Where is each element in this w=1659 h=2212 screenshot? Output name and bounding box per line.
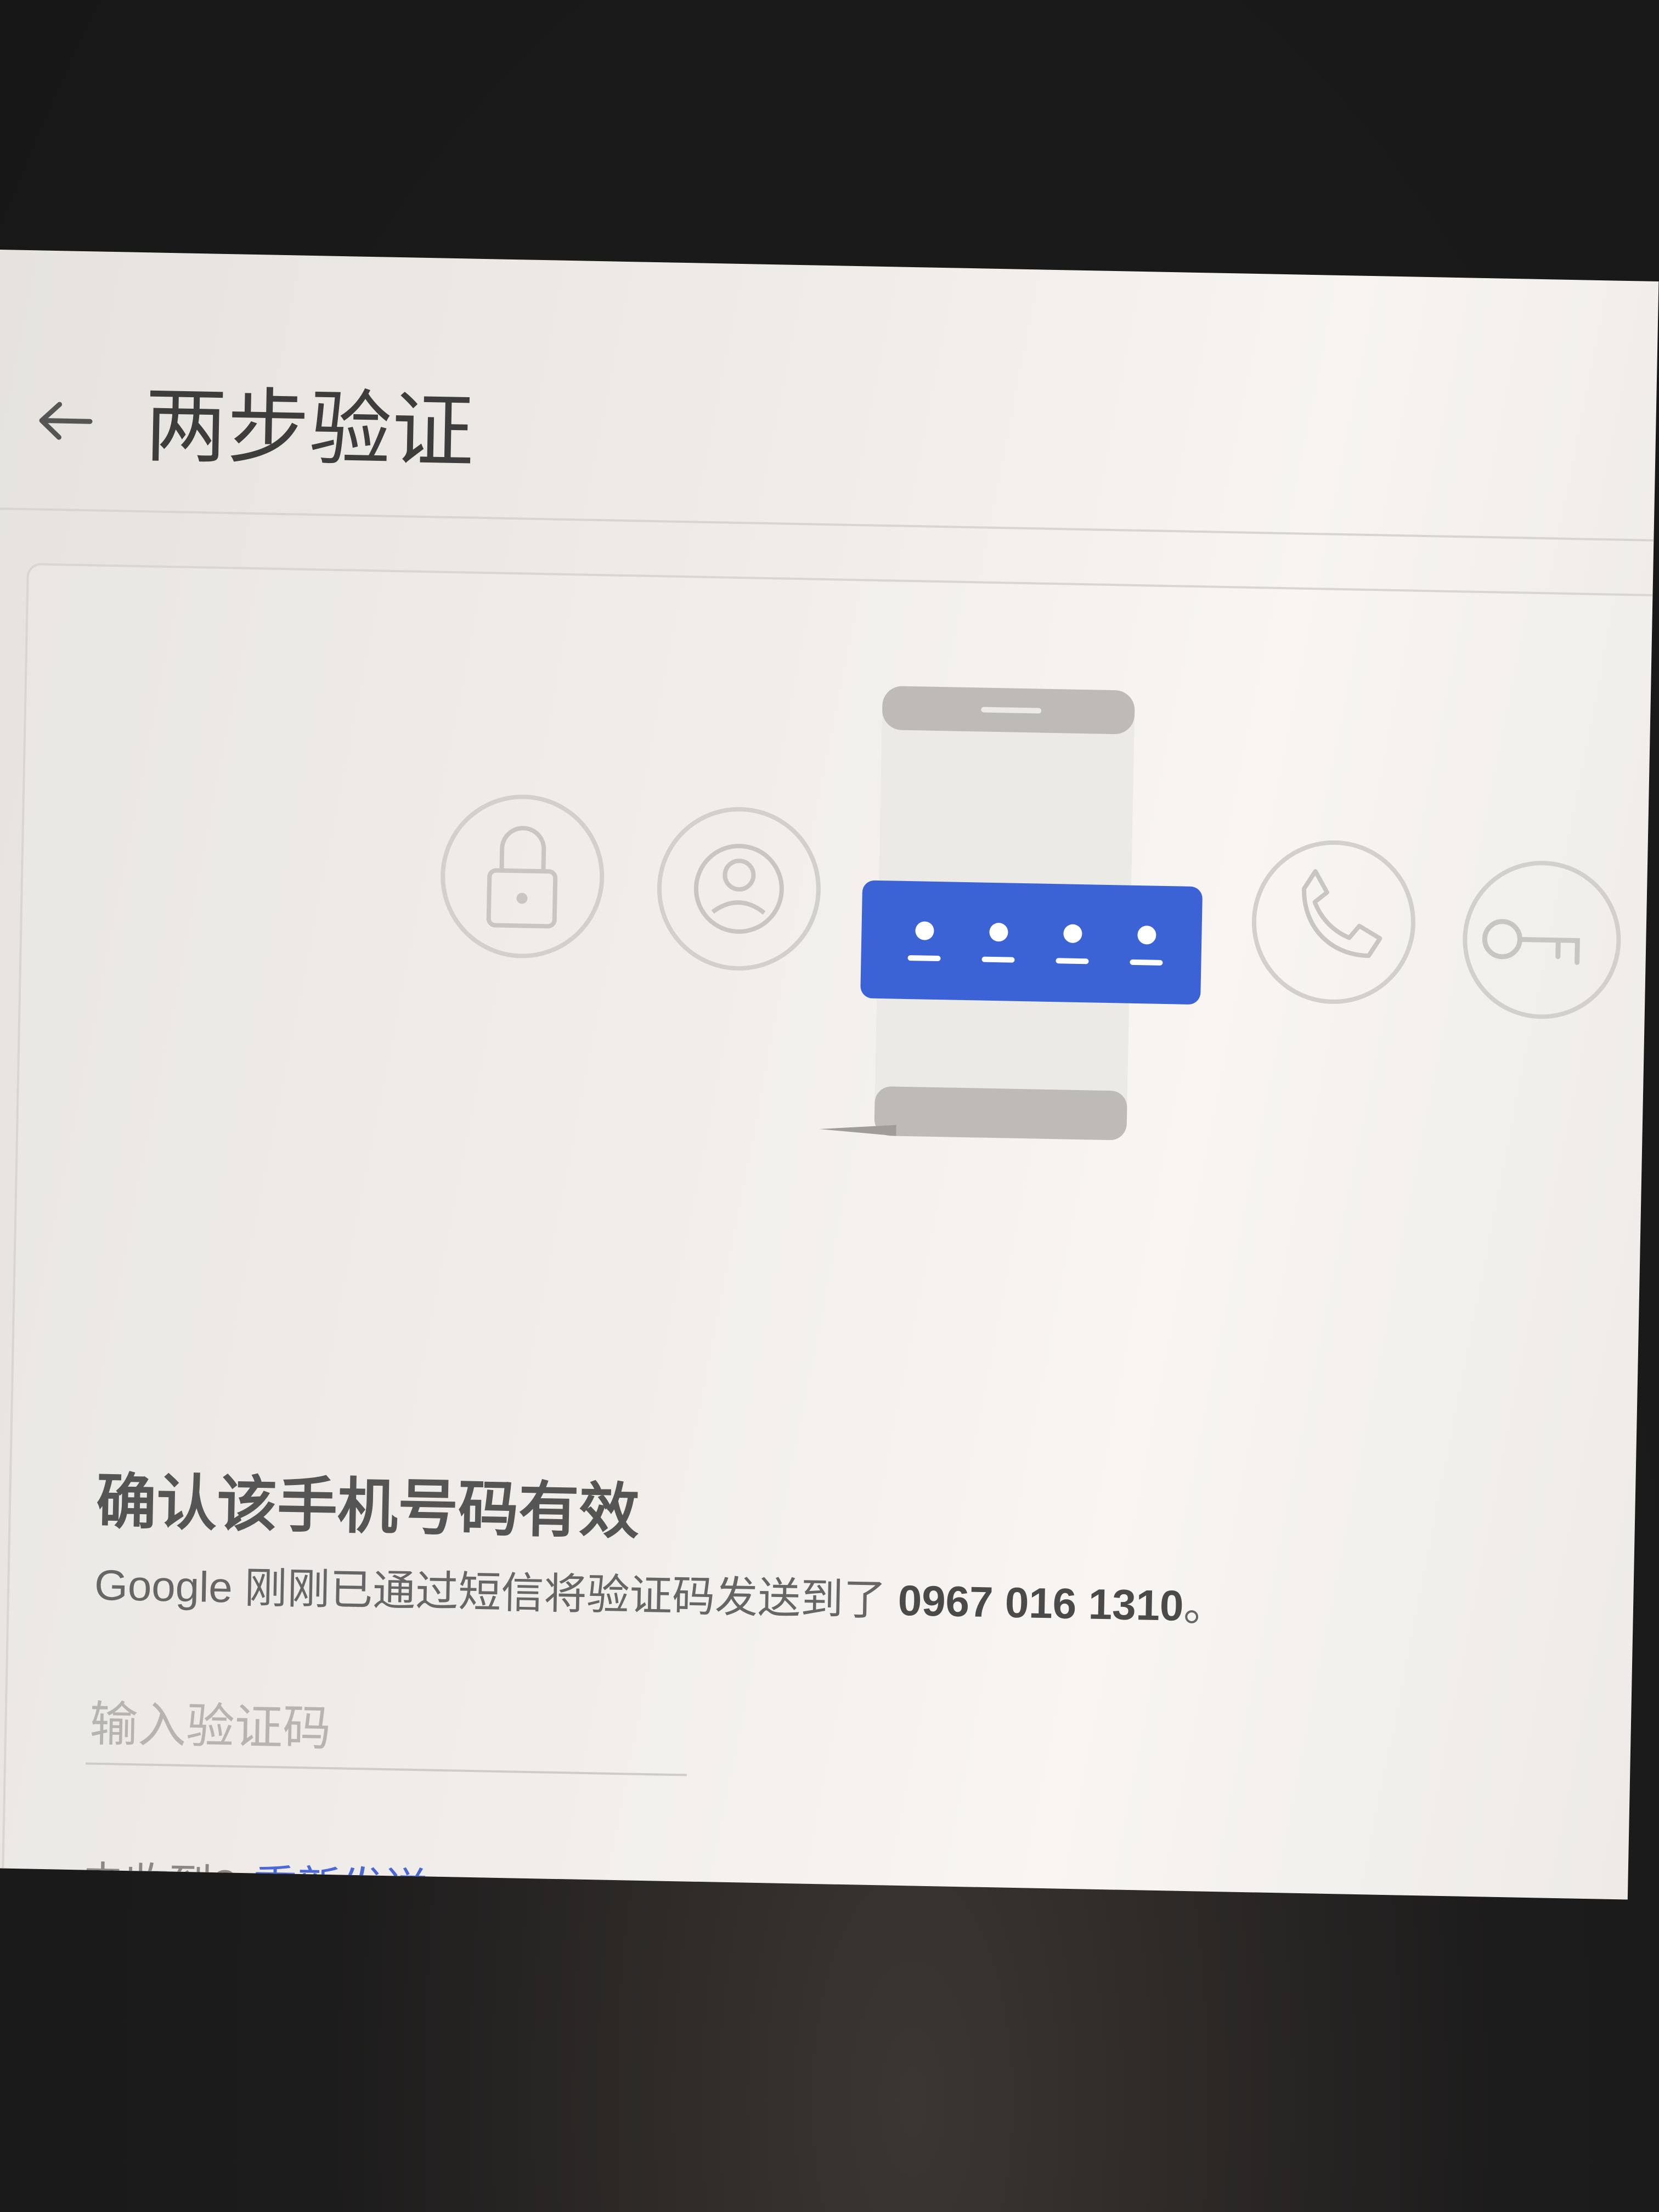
resend-link[interactable]: 重新发送: [252, 1861, 429, 1899]
verification-description: Google 刚刚已通过短信将验证码发送到了 0967 016 1310。: [94, 1560, 1227, 1633]
phone-icon: [819, 686, 1203, 1141]
verification-card: 确认该手机号码有效 Google 刚刚已通过短信将验证码发送到了 0967 01…: [0, 563, 1659, 1900]
description-period: 。: [1183, 1581, 1227, 1631]
lock-icon: [441, 794, 605, 958]
top-bar: 两步验证: [0, 250, 1658, 539]
phone-number: 0967 016 1310: [898, 1576, 1184, 1630]
verification-code-input[interactable]: [86, 1685, 689, 1776]
resend-row: 未收到? 重新发送: [80, 1858, 429, 1900]
verification-heading: 确认该手机号码有效: [95, 1468, 640, 1546]
back-arrow-icon[interactable]: [35, 398, 96, 443]
description-text: Google 刚刚已通过短信将验证码发送到了: [94, 1560, 899, 1624]
call-icon: [1251, 840, 1415, 1004]
screen: 两步验证 确认该手机号码有效 Google 刚刚已通过短信将验证码发送到了 09…: [0, 250, 1659, 1900]
page-title: 两步验证: [144, 379, 475, 478]
not-received-text: 未收到?: [80, 1858, 238, 1900]
verification-illustration: [402, 644, 1658, 1162]
key-icon: [1463, 861, 1621, 1019]
account-icon: [657, 807, 821, 971]
